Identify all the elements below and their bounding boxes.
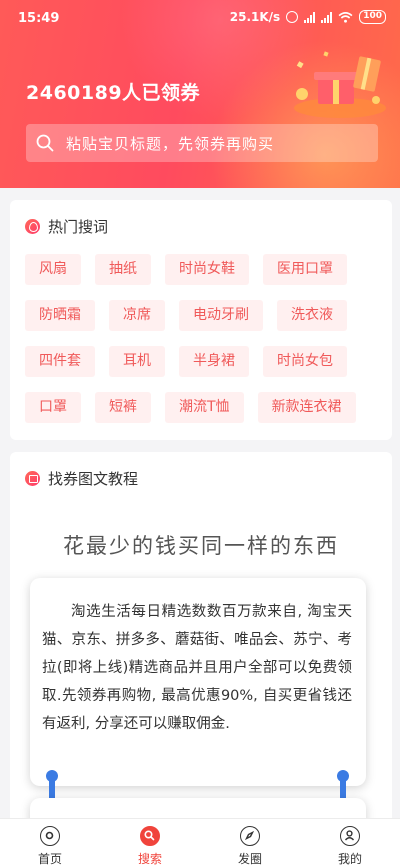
hot-tag[interactable]: 四件套 bbox=[25, 346, 95, 377]
nav-profile[interactable]: 我的 bbox=[300, 819, 400, 867]
battery-indicator: 100 bbox=[359, 10, 386, 24]
guide-heading: 花最少的钱买同一样的东西 bbox=[63, 534, 339, 558]
guide-body: 淘选生活每日精选数数百万款来自, 淘宝天猫、京东、拼多多、蘑菇街、唯品会、苏宁、… bbox=[42, 604, 352, 732]
signal-icon bbox=[321, 11, 333, 23]
guide-header: 找券图文教程 bbox=[25, 468, 138, 489]
fire-icon bbox=[25, 219, 40, 234]
hot-tag[interactable]: 潮流T恤 bbox=[165, 392, 244, 423]
header-banner: 15:49 25.1K/s 100 2460189人已领券 粘贴宝贝标题，先领券… bbox=[0, 0, 400, 188]
nav-label: 我的 bbox=[337, 852, 362, 866]
hot-tag[interactable]: 半身裙 bbox=[179, 346, 249, 377]
status-bar: 15:49 25.1K/s 100 bbox=[0, 0, 400, 36]
search-placeholder: 粘贴宝贝标题，先领券再购买 bbox=[66, 134, 275, 153]
search-icon bbox=[140, 826, 160, 846]
nav-home[interactable]: 首页 bbox=[0, 819, 100, 867]
user-icon bbox=[340, 826, 360, 846]
status-time: 15:49 bbox=[18, 11, 60, 26]
hot-search-card: 热门搜词 风扇 抽纸 时尚女鞋 医用口罩 防晒霜 凉席 电动牙刷 洗衣液 四件套… bbox=[10, 200, 392, 440]
hot-search-tags: 风扇 抽纸 时尚女鞋 医用口罩 防晒霜 凉席 电动牙刷 洗衣液 四件套 耳机 半… bbox=[25, 254, 385, 438]
hot-search-header: 热门搜词 bbox=[25, 216, 108, 237]
compass-icon bbox=[240, 826, 260, 846]
nav-label: 首页 bbox=[37, 852, 62, 866]
hot-tag[interactable]: 风扇 bbox=[25, 254, 81, 285]
wifi-icon bbox=[338, 11, 353, 23]
hot-tag[interactable]: 时尚女鞋 bbox=[165, 254, 249, 285]
hot-tag[interactable]: 医用口罩 bbox=[263, 254, 347, 285]
hot-tag[interactable]: 凉席 bbox=[109, 300, 165, 331]
hot-tag[interactable]: 耳机 bbox=[109, 346, 165, 377]
alarm-icon bbox=[286, 11, 299, 23]
hot-tag[interactable]: 抽纸 bbox=[95, 254, 151, 285]
search-input[interactable]: 粘贴宝贝标题，先领券再购买 bbox=[26, 124, 378, 162]
search-icon bbox=[36, 134, 54, 152]
guide-paper: 淘选生活每日精选数数百万款来自, 淘宝天猫、京东、拼多多、蘑菇街、唯品会、苏宁、… bbox=[30, 578, 366, 786]
network-speed: 25.1K/s bbox=[229, 10, 281, 24]
hot-search-title: 热门搜词 bbox=[48, 218, 109, 236]
hot-tag[interactable]: 洗衣液 bbox=[277, 300, 347, 331]
guide-card: 找券图文教程 花最少的钱买同一样的东西 淘选生活每日精选数数百万款来自, 淘宝天… bbox=[10, 452, 392, 832]
gift-illustration bbox=[294, 51, 386, 118]
bottom-nav: 首页 搜索 发圈 我的 bbox=[0, 818, 400, 867]
hot-tag[interactable]: 新款连衣裙 bbox=[257, 392, 356, 423]
home-icon bbox=[40, 826, 60, 846]
nav-search[interactable]: 搜索 bbox=[100, 819, 200, 867]
hot-tag[interactable]: 电动牙刷 bbox=[179, 300, 263, 331]
guide-title: 找券图文教程 bbox=[48, 470, 139, 488]
nav-label: 发圈 bbox=[237, 852, 262, 866]
coupon-count-title: 2460189人已领券 bbox=[26, 82, 201, 104]
hot-tag[interactable]: 口罩 bbox=[25, 392, 81, 423]
signal-icon bbox=[304, 11, 316, 23]
nav-label: 搜索 bbox=[137, 852, 162, 866]
hot-tag[interactable]: 时尚女包 bbox=[263, 346, 347, 377]
hot-tag[interactable]: 短裤 bbox=[95, 392, 151, 423]
nav-moments[interactable]: 发圈 bbox=[200, 819, 300, 867]
tutorial-icon bbox=[25, 471, 40, 486]
hot-tag[interactable]: 防晒霜 bbox=[25, 300, 95, 331]
